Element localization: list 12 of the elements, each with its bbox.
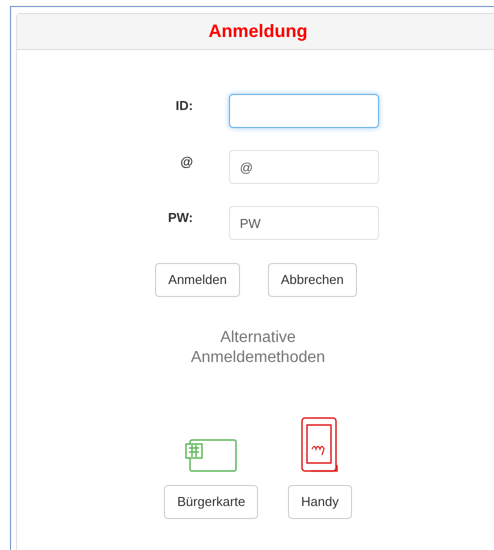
card-icon bbox=[185, 439, 238, 474]
field-label: @ bbox=[179, 153, 193, 171]
form-button[interactable]: Anmelden bbox=[155, 263, 240, 296]
form-button[interactable]: Abbrechen bbox=[268, 263, 357, 296]
panel-title: Anmeldung bbox=[208, 20, 308, 43]
login-method-button[interactable]: Handy bbox=[288, 485, 352, 519]
input-field[interactable] bbox=[229, 94, 379, 128]
alternative-methods-heading: Alternative Anmeldemethoden bbox=[190, 328, 326, 368]
login-method-button[interactable]: Bürgerkarte bbox=[164, 485, 258, 519]
field-label: PW: bbox=[166, 209, 193, 227]
field-label: ID: bbox=[174, 97, 193, 115]
phone-icon bbox=[300, 417, 339, 474]
